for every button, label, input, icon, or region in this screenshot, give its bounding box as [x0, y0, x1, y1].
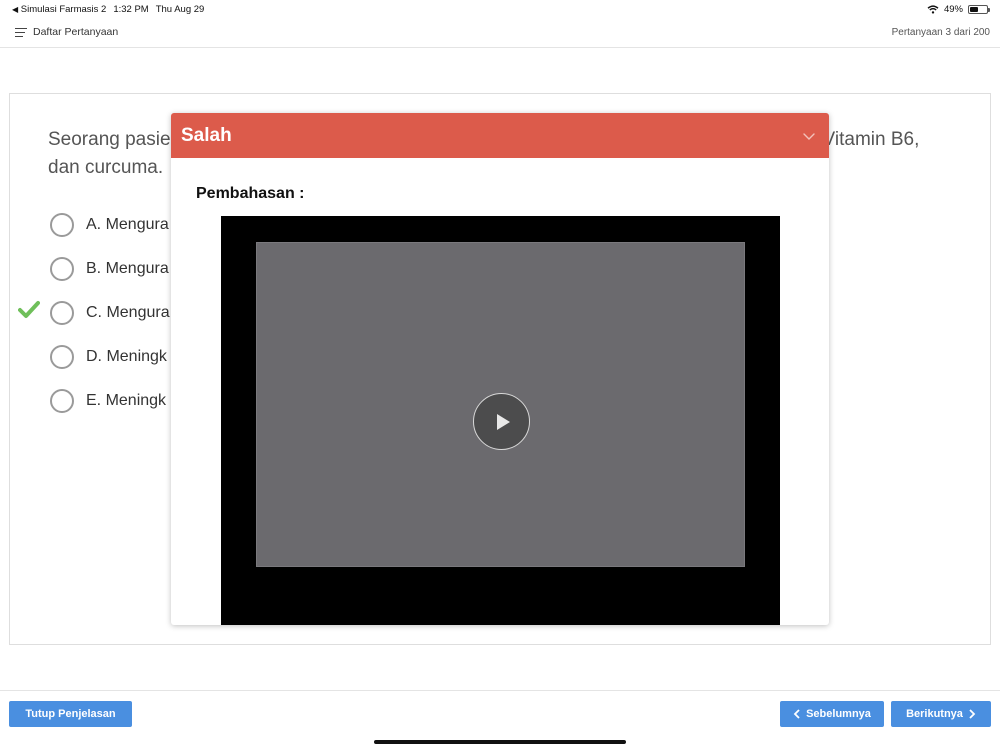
question-text-start: Seorang pasie [48, 129, 171, 150]
battery-icon [968, 5, 990, 14]
status-left: ◀ Simulasi Farmasis 2 1:32 PM Thu Aug 29 [12, 4, 204, 15]
play-button[interactable] [473, 393, 530, 450]
battery-percent: 49% [943, 4, 963, 15]
chevron-right-icon [969, 709, 976, 719]
explanation-modal: Salah Pembahasan : [171, 113, 829, 625]
question-list-label: Daftar Pertanyaan [33, 26, 119, 38]
chevron-left-icon [793, 709, 800, 719]
video-screen [256, 242, 745, 567]
play-icon [496, 413, 510, 430]
radio-button[interactable] [50, 257, 74, 281]
option-label: E. Meningk [86, 392, 167, 409]
option-b[interactable]: B. Mengura [50, 256, 169, 282]
wifi-icon [927, 5, 939, 14]
radio-button[interactable] [50, 345, 74, 369]
option-e[interactable]: E. Meningk [50, 388, 166, 414]
previous-button[interactable]: Sebelumnya [780, 701, 884, 727]
next-label: Berikutnya [906, 708, 963, 720]
chevron-down-icon[interactable] [801, 128, 817, 144]
status-bar: ◀ Simulasi Farmasis 2 1:32 PM Thu Aug 29… [0, 0, 1000, 18]
back-to-app-link[interactable]: ◀ Simulasi Farmasis 2 [12, 4, 106, 15]
page: ◀ Simulasi Farmasis 2 1:32 PM Thu Aug 29… [0, 0, 1000, 750]
status-time: 1:32 PM [113, 4, 149, 15]
question-text-line2: dan curcuma. [48, 157, 164, 178]
list-icon [15, 27, 27, 37]
header: Daftar Pertanyaan Pertanyaan 3 dari 200 [0, 20, 1000, 48]
modal-title: Salah [181, 124, 232, 146]
option-label: D. Meningk [86, 348, 167, 365]
option-label: B. Mengura [86, 260, 169, 277]
option-a[interactable]: A. Mengura [50, 212, 169, 238]
option-d[interactable]: D. Meningk [50, 344, 167, 370]
option-label: C. Mengura [86, 304, 170, 321]
option-c[interactable]: C. Mengura [50, 300, 170, 326]
back-app-label: Simulasi Farmasis 2 [20, 4, 107, 15]
radio-button[interactable] [50, 213, 74, 237]
video-player[interactable] [221, 216, 780, 625]
home-indicator[interactable] [374, 740, 626, 744]
modal-subtitle: Pembahasan : [196, 185, 305, 202]
next-button[interactable]: Berikutnya [891, 701, 991, 727]
modal-header[interactable]: Salah [171, 113, 829, 158]
question-text-end: Vitamin B6, [822, 129, 920, 150]
status-right: 49% [927, 4, 990, 15]
close-explanation-button[interactable]: Tutup Penjelasan [9, 701, 132, 727]
previous-label: Sebelumnya [806, 708, 871, 720]
battery-fill [970, 7, 978, 12]
radio-button[interactable] [50, 389, 74, 413]
status-date: Thu Aug 29 [155, 4, 205, 15]
back-triangle-icon: ◀ [12, 5, 19, 14]
option-label: A. Mengura [86, 216, 169, 233]
radio-button[interactable] [50, 301, 74, 325]
question-list-button[interactable]: Daftar Pertanyaan [15, 26, 118, 38]
check-icon [18, 301, 40, 318]
question-progress: Pertanyaan 3 dari 200 [891, 27, 990, 38]
